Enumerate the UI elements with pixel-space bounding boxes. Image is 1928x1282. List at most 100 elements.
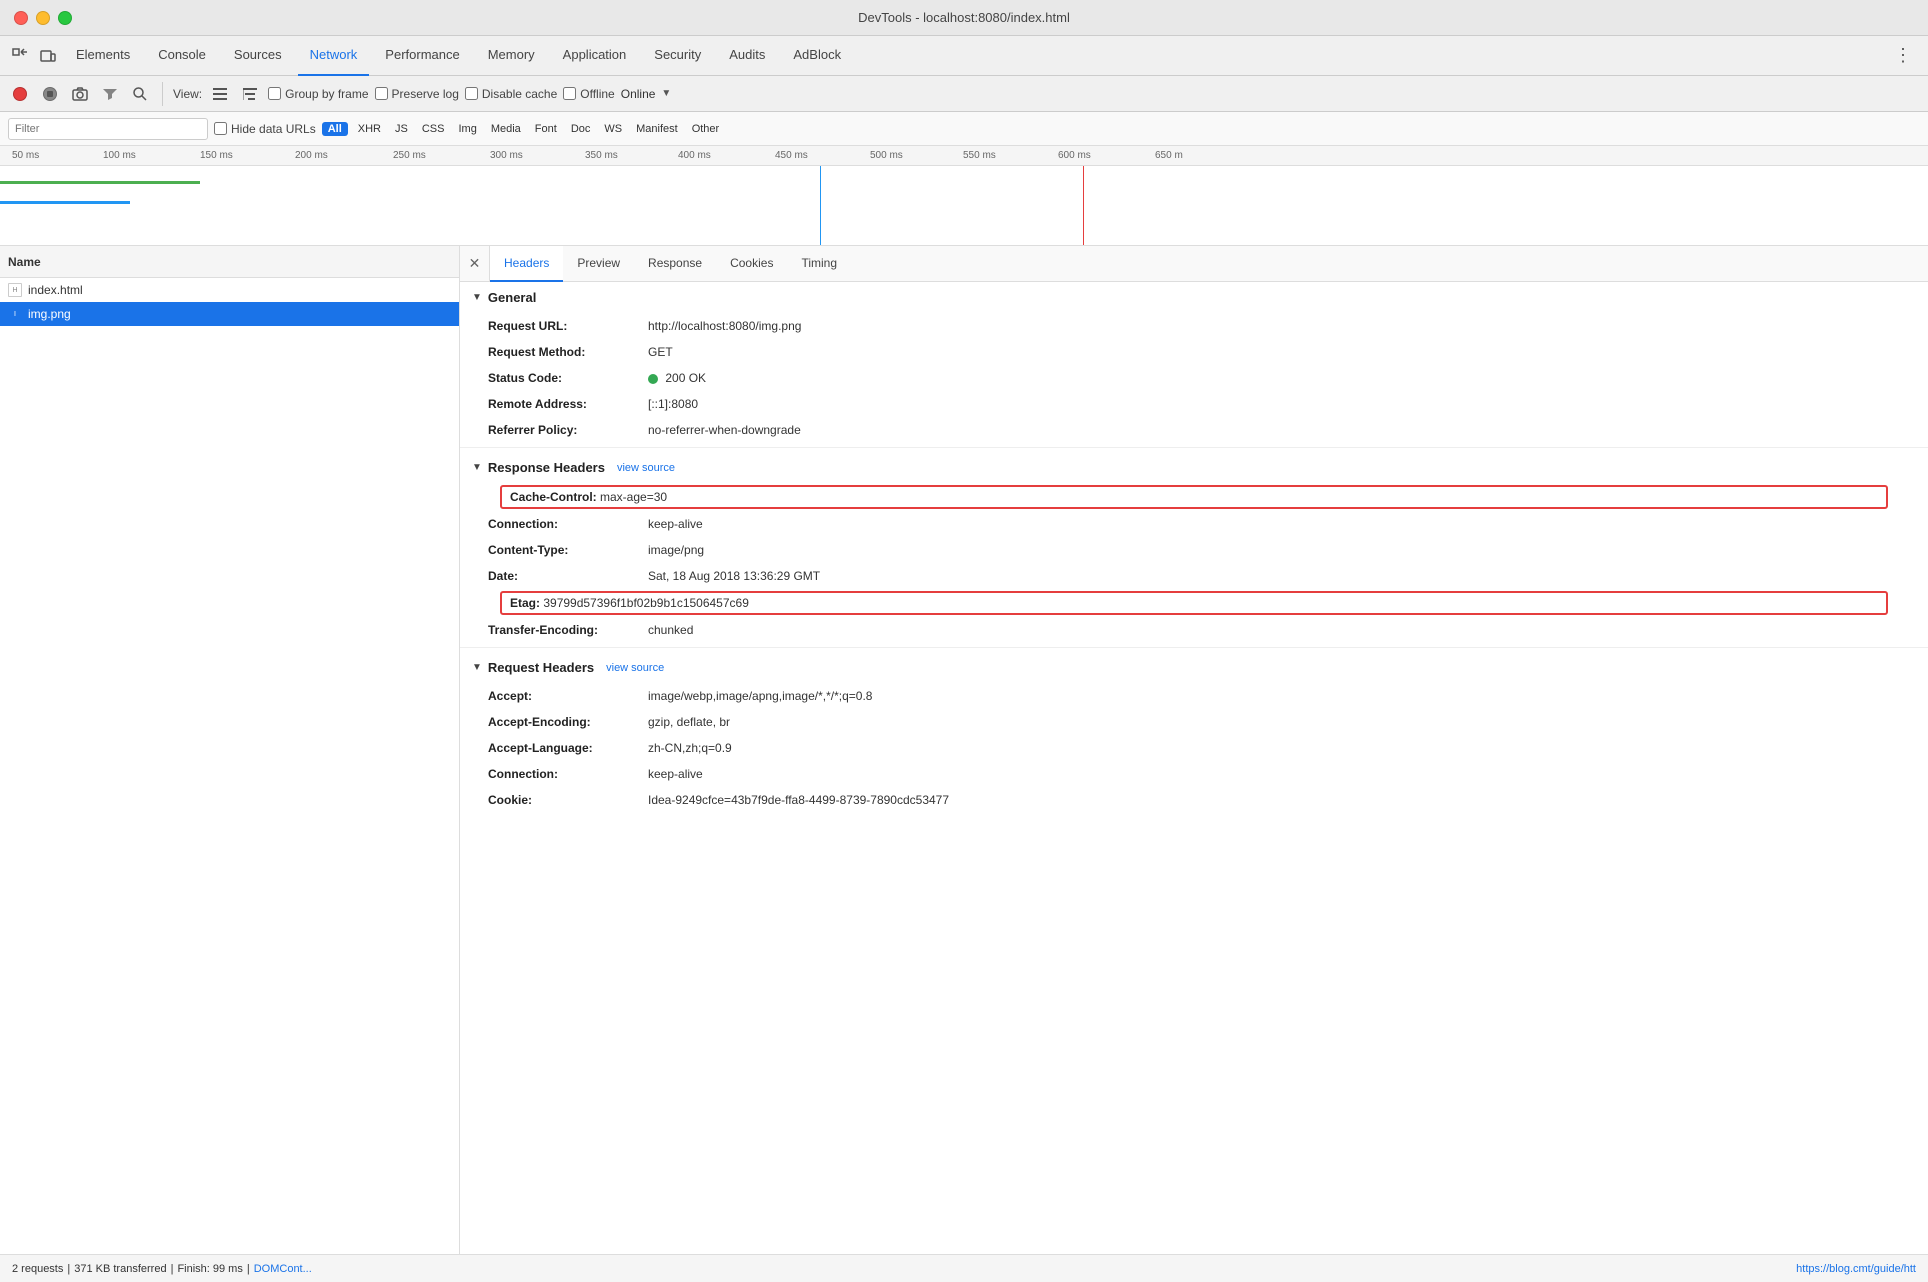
tab-sources[interactable]: Sources	[222, 36, 294, 76]
screenshot-button[interactable]	[68, 82, 92, 106]
filter-other[interactable]: Other	[688, 121, 724, 137]
transfer-encoding-row: Transfer-Encoding: chunked	[460, 617, 1928, 643]
responsive-icon[interactable]	[36, 44, 60, 68]
date-row: Date: Sat, 18 Aug 2018 13:36:29 GMT	[460, 563, 1928, 589]
offline-checkbox[interactable]: Offline	[563, 87, 614, 101]
more-options-button[interactable]: ⋮	[1886, 45, 1920, 66]
tick-50ms: 50 ms	[12, 150, 39, 161]
accept-row: Accept: image/webp,image/apng,image/*,*/…	[460, 683, 1928, 709]
file-row-img[interactable]: I img.png	[0, 302, 459, 326]
filter-doc[interactable]: Doc	[567, 121, 595, 137]
record-button[interactable]	[8, 82, 32, 106]
online-dropdown-arrow[interactable]: ▼	[661, 88, 671, 99]
tab-cookies[interactable]: Cookies	[716, 246, 787, 282]
filter-xhr[interactable]: XHR	[354, 121, 385, 137]
tick-150ms: 150 ms	[200, 150, 233, 161]
request-view-source[interactable]: view source	[606, 662, 664, 674]
response-headers-title: Response Headers	[488, 460, 605, 475]
inspect-icon[interactable]	[8, 44, 32, 68]
hide-data-urls-checkbox[interactable]: Hide data URLs	[214, 122, 316, 136]
waterfall-view-button[interactable]	[238, 82, 262, 106]
clear-button[interactable]	[38, 82, 62, 106]
accept-encoding-row: Accept-Encoding: gzip, deflate, br	[460, 709, 1928, 735]
tab-application[interactable]: Application	[551, 36, 639, 76]
timeline-green-bar	[0, 181, 200, 184]
accept-language-row: Accept-Language: zh-CN,zh;q=0.9	[460, 735, 1928, 761]
tab-audits[interactable]: Audits	[717, 36, 777, 76]
tick-300ms: 300 ms	[490, 150, 523, 161]
list-view-button[interactable]	[208, 82, 232, 106]
filter-all-badge[interactable]: All	[322, 122, 348, 136]
right-link[interactable]: https://blog.cmt/guide/htt	[1796, 1263, 1916, 1275]
cache-control-highlighted-wrapper: Cache-Control: max-age=30	[480, 485, 1908, 509]
tab-adblock[interactable]: AdBlock	[781, 36, 853, 76]
preserve-log-checkbox[interactable]: Preserve log	[375, 87, 459, 101]
response-headers-section[interactable]: ▼ Response Headers view source	[460, 452, 1928, 483]
tick-650ms: 650 m	[1155, 150, 1183, 161]
file-icon-img: I	[8, 307, 22, 321]
secondary-toolbar: View: Group by frame Preserve log Disabl…	[0, 76, 1928, 112]
tab-network[interactable]: Network	[298, 36, 370, 76]
filter-js[interactable]: JS	[391, 121, 412, 137]
request-headers-section[interactable]: ▼ Request Headers view source	[460, 652, 1928, 683]
tick-250ms: 250 ms	[393, 150, 426, 161]
general-section-header[interactable]: ▼ General	[460, 282, 1928, 313]
timeline-area: 50 ms 100 ms 150 ms 200 ms 250 ms 300 ms…	[0, 146, 1928, 246]
filter-ws[interactable]: WS	[600, 121, 626, 137]
filter-media[interactable]: Media	[487, 121, 525, 137]
filter-toolbar: Hide data URLs All XHR JS CSS Img Media …	[0, 112, 1928, 146]
finish-time: Finish: 99 ms	[177, 1263, 242, 1275]
status-green-dot	[648, 374, 658, 384]
cache-control-row: Cache-Control: max-age=30	[500, 485, 1888, 509]
tick-550ms: 550 ms	[963, 150, 996, 161]
filter-manifest[interactable]: Manifest	[632, 121, 682, 137]
online-select[interactable]: Online	[621, 87, 656, 101]
divider-1	[460, 447, 1928, 448]
detail-tabs: ✕ Headers Preview Response Cookies Timin…	[460, 246, 1928, 282]
tab-memory[interactable]: Memory	[476, 36, 547, 76]
cookie-row: Cookie: Idea-9249cfce=43b7f9de-ffa8-4499…	[460, 787, 1928, 813]
filter-input[interactable]	[8, 118, 208, 140]
tab-headers[interactable]: Headers	[490, 246, 563, 282]
timeline-chart	[0, 166, 1928, 246]
separator-2: |	[171, 1263, 174, 1275]
timeline-red-marker	[1083, 166, 1084, 246]
request-url-row: Request URL: http://localhost:8080/img.p…	[460, 313, 1928, 339]
timeline-ruler: 50 ms 100 ms 150 ms 200 ms 250 ms 300 ms…	[0, 146, 1928, 166]
title-bar: DevTools - localhost:8080/index.html	[0, 0, 1928, 36]
detail-close-button[interactable]: ✕	[460, 246, 490, 282]
tab-elements[interactable]: Elements	[64, 36, 142, 76]
group-by-frame-checkbox[interactable]: Group by frame	[268, 87, 368, 101]
file-list-panel: Name H index.html I img.png	[0, 246, 460, 1254]
disable-cache-checkbox[interactable]: Disable cache	[465, 87, 557, 101]
filter-font[interactable]: Font	[531, 121, 561, 137]
req-connection-row: Connection: keep-alive	[460, 761, 1928, 787]
response-view-source[interactable]: view source	[617, 462, 675, 474]
separator-3: |	[247, 1263, 250, 1275]
filter-img[interactable]: Img	[454, 121, 480, 137]
minimize-button[interactable]	[36, 11, 50, 25]
timeline-blue-marker	[820, 166, 821, 246]
etag-row: Etag: 39799d57396f1bf02b9b1c1506457c69	[500, 591, 1888, 615]
general-title: General	[488, 290, 536, 305]
dom-content-link[interactable]: DOMCont...	[254, 1263, 312, 1275]
filter-css[interactable]: CSS	[418, 121, 449, 137]
referrer-policy-row: Referrer Policy: no-referrer-when-downgr…	[460, 417, 1928, 443]
traffic-lights	[14, 11, 72, 25]
tab-security[interactable]: Security	[642, 36, 713, 76]
tab-console[interactable]: Console	[146, 36, 218, 76]
tab-performance[interactable]: Performance	[373, 36, 471, 76]
connection-row: Connection: keep-alive	[460, 511, 1928, 537]
general-triangle: ▼	[472, 292, 482, 303]
close-button[interactable]	[14, 11, 28, 25]
tab-timing[interactable]: Timing	[787, 246, 851, 282]
maximize-button[interactable]	[58, 11, 72, 25]
tab-preview[interactable]: Preview	[563, 246, 634, 282]
filter-button[interactable]	[98, 82, 122, 106]
file-row-index[interactable]: H index.html	[0, 278, 459, 302]
tick-500ms: 500 ms	[870, 150, 903, 161]
tab-response[interactable]: Response	[634, 246, 716, 282]
window-title: DevTools - localhost:8080/index.html	[858, 10, 1070, 25]
requests-count: 2 requests	[12, 1263, 63, 1275]
search-button[interactable]	[128, 82, 152, 106]
